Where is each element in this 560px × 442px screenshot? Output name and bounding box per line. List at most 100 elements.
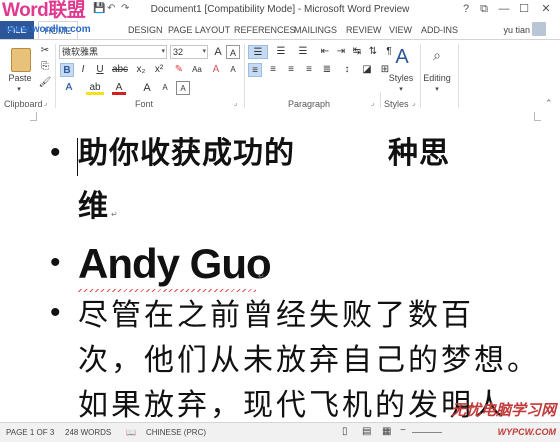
superscript-button[interactable]: x² (152, 63, 166, 77)
crop-mark (30, 120, 37, 121)
help-button[interactable]: ? (458, 2, 474, 16)
align-right-icon[interactable]: ≡ (284, 63, 298, 77)
editing-button[interactable]: Editing (420, 73, 454, 83)
multilevel-list-icon[interactable]: ☰ (294, 45, 312, 59)
bullet-3: • (50, 296, 61, 329)
styles-icon[interactable]: A (391, 46, 413, 68)
divider (380, 92, 381, 108)
divider (244, 44, 245, 108)
tab-design[interactable]: DESIGN (128, 25, 163, 35)
group-font-label: Font (135, 99, 154, 109)
status-bar: PAGE 1 OF 3 248 WORDS 📖 CHINESE (PRC) ▯ … (0, 401, 560, 442)
styles-button[interactable]: Styles (386, 73, 416, 83)
chevron-down-icon[interactable]: ▾ (432, 85, 442, 93)
increase-indent-icon[interactable]: ⇥ (334, 45, 348, 59)
chevron-down-icon[interactable]: ▾ (202, 46, 206, 58)
text-effects-button[interactable]: A (62, 81, 76, 95)
watermark-url: www.wordlm.com (6, 24, 91, 35)
shading-icon[interactable]: ◪ (360, 63, 374, 77)
enclose-chars-button[interactable]: A (176, 81, 190, 95)
watermark-bottom: 无忧电脑学习网 (450, 401, 556, 419)
crop-mark (36, 112, 37, 120)
tab-page-layout[interactable]: PAGE LAYOUT (168, 25, 230, 35)
tab-review[interactable]: REVIEW (346, 25, 382, 35)
cut-icon[interactable]: ✂ (38, 44, 52, 58)
proofing-icon[interactable]: 📖 (126, 428, 136, 437)
paragraph-2[interactable]: Andy Guo (78, 238, 272, 290)
paste-icon[interactable] (11, 48, 31, 72)
tab-references[interactable]: REFERENCES (234, 25, 296, 35)
maximize-button[interactable]: ☐ (516, 2, 532, 16)
distributed-icon[interactable]: ≣ (320, 63, 334, 77)
copy-icon[interactable]: ⎘ (38, 60, 52, 74)
crop-mark (534, 112, 535, 120)
user-name[interactable]: yu tian (503, 25, 530, 35)
chinese-layout-icon[interactable]: ↹ (350, 45, 364, 59)
divider (55, 44, 56, 108)
italic-button[interactable]: I (76, 63, 90, 77)
styles-launcher-icon[interactable]: ⌟ (412, 100, 420, 108)
highlight-icon[interactable]: ✎ (172, 63, 186, 77)
grow-font-2-button[interactable]: A (140, 81, 154, 95)
paragraph-3-line-1[interactable]: 尽管在之前曾经失败了数百 (78, 294, 474, 338)
font-color-button[interactable]: A (112, 81, 126, 95)
format-painter-icon[interactable]: 🖌 (38, 76, 52, 90)
tab-add-ins[interactable]: ADD-INS (421, 25, 458, 35)
char-border-button[interactable]: A (226, 45, 240, 59)
sort-icon[interactable]: ⇅ (366, 45, 380, 59)
align-center-icon[interactable]: ≡ (266, 63, 280, 77)
collapse-ribbon-icon[interactable]: ⌃ (545, 98, 553, 109)
numbering-icon[interactable]: ☰ (272, 45, 290, 59)
document-area[interactable]: • 助你收获成功的 种思 维 ↵ • Andy Guo ↵ • 尽管在之前曾经失… (0, 112, 560, 422)
page-count[interactable]: PAGE 1 OF 3 (6, 428, 54, 437)
paragraph-launcher-icon[interactable]: ⌟ (371, 100, 379, 108)
align-left-icon[interactable]: ≡ (248, 63, 262, 77)
underline-button[interactable]: U (93, 63, 107, 77)
avatar[interactable] (532, 22, 546, 36)
zoom-slider[interactable] (412, 432, 442, 433)
read-mode-icon[interactable]: ▯ (342, 426, 348, 437)
font-launcher-icon[interactable]: ⌟ (234, 100, 242, 108)
paste-button[interactable]: Paste (6, 73, 34, 83)
clear-format-button[interactable]: A (209, 63, 223, 77)
tab-mailings[interactable]: MAILINGS (294, 25, 337, 35)
justify-icon[interactable]: ≡ (302, 63, 316, 77)
paragraph-3-line-2[interactable]: 次，他们从未放弃自己的梦想。 (78, 339, 540, 383)
group-styles-label: Styles (384, 99, 409, 109)
text-cursor (77, 138, 78, 176)
zoom-out-button[interactable]: − (400, 425, 406, 436)
paragraph-1-line-2[interactable]: 维 (78, 187, 108, 227)
subscript-button[interactable]: x₂ (134, 63, 148, 77)
find-icon[interactable]: ⌕ (428, 46, 446, 64)
strikethrough-button[interactable]: abc (111, 63, 129, 77)
word-count[interactable]: 248 WORDS (65, 428, 111, 437)
group-clipboard-label: Clipboard (4, 99, 43, 109)
bullets-icon[interactable]: ☰ (248, 45, 268, 59)
line-spacing-icon[interactable]: ↕ (340, 63, 354, 77)
font-size-combo[interactable]: 32 ▾ (170, 45, 208, 59)
decrease-indent-icon[interactable]: ⇤ (318, 45, 332, 59)
web-layout-icon[interactable]: ▦ (382, 426, 391, 437)
clipboard-launcher-icon[interactable]: ⌟ (44, 100, 52, 108)
title-bar: Word联盟 💾 ↶ ↷ Document1 [Compatibility Mo… (0, 0, 560, 21)
print-layout-icon[interactable]: ▤ (362, 426, 371, 437)
ribbon-display-button[interactable]: ⧉ (476, 2, 492, 16)
chevron-down-icon[interactable]: ▾ (161, 46, 165, 58)
chevron-down-icon[interactable]: ▾ (396, 85, 406, 93)
chevron-down-icon[interactable]: ▾ (14, 85, 24, 93)
minimize-button[interactable]: — (496, 2, 512, 16)
close-button[interactable]: ✕ (538, 2, 554, 16)
paragraph-3-line-3[interactable]: 如果放弃，现代飞机的发明人 (78, 384, 507, 422)
font-name-combo[interactable]: 微软雅黑 ▾ (59, 45, 167, 59)
paragraph-mark: ↵ (111, 210, 118, 219)
text-shading-button[interactable]: A (226, 63, 240, 77)
grow-font-button[interactable]: A (211, 45, 225, 59)
highlight-button[interactable]: ab (86, 81, 104, 95)
tab-view[interactable]: VIEW (389, 25, 412, 35)
language-status[interactable]: CHINESE (PRC) (146, 428, 206, 437)
paragraph-1-line-1[interactable]: 助你收获成功的 种思 (78, 134, 450, 174)
bold-button[interactable]: B (60, 63, 74, 77)
shrink-font-button[interactable]: A (158, 81, 172, 95)
change-case-button[interactable]: Aa (190, 63, 204, 77)
crop-mark (534, 120, 541, 121)
